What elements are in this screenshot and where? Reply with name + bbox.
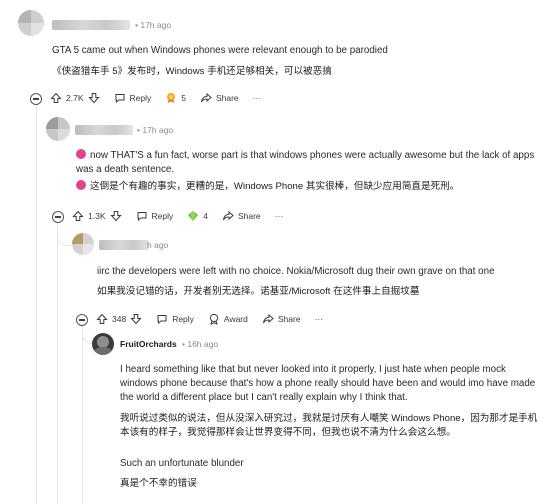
vote-group: 2.7K bbox=[50, 92, 100, 104]
reply-label: Reply bbox=[172, 314, 194, 324]
comment-text: GTA 5 came out when Windows phones were … bbox=[52, 45, 388, 56]
downvote-icon[interactable] bbox=[87, 92, 100, 104]
share-label: Share bbox=[277, 314, 301, 324]
comment-timestamp: • 16h ago bbox=[182, 339, 219, 349]
comment-timestamp: • 17h ago bbox=[137, 125, 174, 135]
award-button[interactable]: 5 bbox=[165, 92, 186, 104]
comment-text: I heard something like that but never lo… bbox=[120, 364, 536, 403]
reply-icon bbox=[115, 94, 124, 104]
thread-line bbox=[57, 222, 58, 504]
comment-username[interactable]: FruitOrchards bbox=[120, 339, 177, 349]
thread-line bbox=[36, 100, 37, 504]
downvote-icon[interactable] bbox=[109, 210, 122, 222]
reply-label: Reply bbox=[151, 211, 174, 221]
collapse-icon[interactable] bbox=[30, 93, 42, 105]
reply-icon bbox=[157, 315, 167, 325]
thread-connector bbox=[57, 225, 72, 246]
thread-line bbox=[82, 326, 83, 504]
vote-count: 348 bbox=[112, 314, 127, 324]
award-label: Award bbox=[223, 314, 248, 324]
vote-group: 1.3K bbox=[72, 210, 122, 222]
vote-group: 348 bbox=[96, 313, 142, 325]
reply-icon bbox=[137, 212, 146, 222]
username-redacted[interactable] bbox=[75, 125, 133, 135]
collapse-icon[interactable] bbox=[76, 314, 88, 326]
award-icon bbox=[188, 211, 199, 221]
comment-translation-body: 这倒是个有趣的事实，更糟的是，Windows Phone 其实很棒，但缺少应用简… bbox=[90, 181, 460, 192]
comment-timestamp: h ago bbox=[147, 240, 169, 250]
emoji-icon bbox=[76, 180, 86, 190]
comment-text: now THAT'S a fun fact, worse part is tha… bbox=[76, 149, 544, 177]
share-label: Share bbox=[215, 93, 239, 103]
collapse-icon[interactable] bbox=[52, 211, 64, 223]
comment-translation: 真是个不幸的错误 bbox=[120, 478, 197, 489]
comment-timestamp: • 17h ago bbox=[135, 20, 172, 30]
vote-count: 1.3K bbox=[88, 211, 106, 221]
award-button[interactable]: 4 bbox=[187, 210, 208, 222]
share-button[interactable]: Share bbox=[262, 313, 301, 325]
avatar[interactable] bbox=[18, 10, 44, 36]
comment-text: iirc the developers were left with no ch… bbox=[97, 266, 495, 277]
downvote-icon[interactable] bbox=[130, 313, 142, 325]
comment-translation: 如果我没记错的话，开发者别无选择。诺基亚/Microsoft 在这件事上自掘坟墓 bbox=[97, 286, 420, 297]
award-count: 4 bbox=[203, 211, 208, 221]
comment-text-body: now THAT'S a fun fact, worse part is tha… bbox=[76, 150, 535, 175]
award-icon bbox=[209, 313, 219, 325]
avatar[interactable] bbox=[92, 333, 114, 355]
comment-translation: 这倒是个有趣的事实，更糟的是，Windows Phone 其实很棒，但缺少应用简… bbox=[76, 180, 544, 194]
emoji-icon bbox=[76, 149, 86, 159]
vote-count: 2.7K bbox=[66, 93, 84, 103]
avatar[interactable] bbox=[46, 117, 70, 141]
more-icon[interactable]: ··· bbox=[253, 93, 262, 103]
comment-action-bar: 1.3K Reply 4 Share ··· bbox=[72, 208, 297, 224]
comment-action-bar: 348 Reply Award Share ··· bbox=[96, 311, 337, 327]
comment-translation: 我听说过类似的说法，但从没深入研究过，我就是讨厌有人嘲笑 Windows Pho… bbox=[120, 413, 538, 438]
reply-label: Reply bbox=[129, 93, 152, 103]
comment-text: Such an unfortunate blunder bbox=[120, 458, 244, 469]
share-button[interactable]: Share bbox=[222, 210, 261, 222]
reply-button[interactable]: Reply bbox=[136, 210, 174, 222]
share-icon bbox=[262, 313, 274, 324]
award-icon bbox=[167, 93, 176, 103]
reply-button[interactable]: Reply bbox=[114, 92, 152, 104]
upvote-icon[interactable] bbox=[72, 210, 84, 222]
share-button[interactable]: Share bbox=[200, 92, 239, 104]
upvote-icon[interactable] bbox=[50, 92, 62, 104]
share-icon bbox=[222, 210, 234, 221]
username-redacted[interactable] bbox=[52, 20, 130, 30]
avatar[interactable] bbox=[72, 233, 94, 255]
reply-button[interactable]: Reply bbox=[156, 313, 194, 325]
upvote-icon[interactable] bbox=[96, 313, 108, 325]
comment-translation: 《侠盗猎车手 5》发布时，Windows 手机还足够相关，可以被恶搞 bbox=[52, 66, 332, 77]
award-count: 5 bbox=[181, 93, 186, 103]
comment-action-bar: 2.7K Reply 5 Share ··· bbox=[50, 90, 275, 106]
username-redacted[interactable] bbox=[99, 240, 149, 250]
award-button[interactable]: Award bbox=[208, 313, 248, 325]
share-label: Share bbox=[237, 211, 261, 221]
more-icon[interactable]: ··· bbox=[275, 211, 284, 221]
more-icon[interactable]: ··· bbox=[315, 314, 324, 324]
share-icon bbox=[200, 92, 212, 103]
